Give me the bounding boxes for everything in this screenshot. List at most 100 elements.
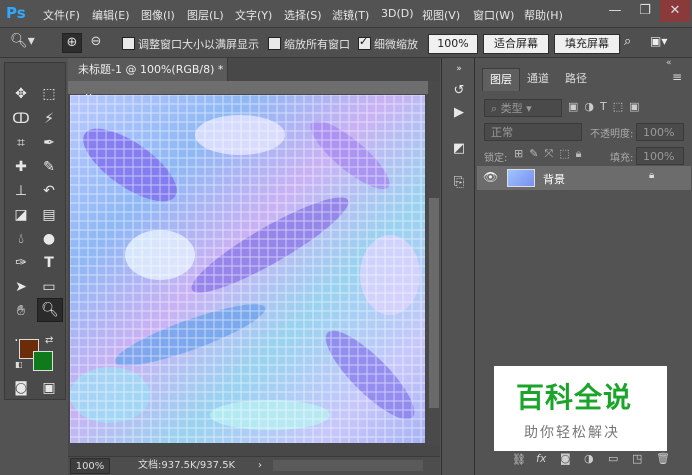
add-mask-icon[interactable]: ◙ [560,452,571,465]
zoom-all-checkbox[interactable] [268,37,281,50]
doc-info-text[interactable]: 文档:937.5K/937.5K [138,457,235,475]
fill-screen-button[interactable]: 填充屏幕 [554,34,620,54]
opacity-label: 不透明度: [590,129,634,140]
canvas-top-border [68,81,428,94]
resize-window-checkbox[interactable] [122,37,135,50]
path-selection-tool-icon[interactable]: ➤ [9,276,33,298]
layer-row-background[interactable]: 👁︎ 背景 🔒︎ [477,166,691,190]
blur-tool-icon[interactable]: 💧︎ [9,228,33,250]
menu-image[interactable]: 图像(I) [141,7,175,23]
background-color-swatch[interactable] [33,351,53,371]
tools-panel: ✥ ⬚ ↀ ⚡ ⌗ ✒ ✚ ✎ ⊥ ↶ ◪ ▤ 💧︎ ● ✑ T ➤ ▭ ✋︎ … [4,62,66,400]
minimize-button[interactable]: — [600,0,630,22]
watermark-title: 百科全说 [516,381,633,414]
menu-type[interactable]: 文字(Y) [235,7,272,23]
gradient-tool-icon[interactable]: ▤ [37,204,61,226]
fit-screen-button[interactable]: 适合屏幕 [483,34,549,54]
layer-filter-value: 类型 [500,102,523,115]
panel-collapse-right-icon[interactable]: « [666,58,672,68]
fill-label: 填充: [610,153,634,164]
filter-type-icons[interactable]: ▣◑T⬚▣ [568,100,646,113]
lock-label: 锁定: [484,153,508,164]
brush-tool-icon[interactable]: ✎ [37,156,61,178]
status-menu-arrow-icon[interactable]: › [258,457,262,475]
layer-comps-icon[interactable]: ◩ [448,138,470,160]
quick-mask-icon[interactable]: ◙ [9,377,33,399]
resize-window-label: 调整窗口大小以满屏显示 [138,38,259,51]
type-tool-icon[interactable]: T [37,252,61,274]
lasso-tool-icon[interactable]: ↀ [9,108,33,130]
layers-panel-footer: ⛓︎ fx ◙ ◑ ▭ ◳ 🗑︎ [500,451,692,471]
crop-tool-icon[interactable]: ⌗ [9,132,33,154]
pen-tool-icon[interactable]: ✑ [9,252,33,274]
dodge-tool-icon[interactable]: ● [37,228,61,250]
fill-value: 100% [643,150,675,163]
link-layers-icon[interactable]: ⛓︎ [512,453,526,466]
panel-collapse-icon[interactable]: » [448,58,470,80]
canvas[interactable] [70,95,425,443]
new-layer-icon[interactable]: ◳ [632,452,642,465]
zoom-tool-preset-icon[interactable]: 🔍︎▾ [10,33,40,53]
opacity-field[interactable]: 100% [636,123,684,141]
menu-window[interactable]: 窗口(W) [473,7,514,23]
menu-file[interactable]: 文件(F) [43,7,80,23]
default-colors-icon[interactable]: ◧ [15,360,23,369]
history-brush-tool-icon[interactable]: ↶ [37,180,61,202]
layer-filter-select[interactable]: ⌕ 类型 ▾ [484,99,562,117]
vertical-scrollbar-thumb[interactable] [429,198,439,408]
workspace-switcher-icon[interactable]: ▣▾ [650,34,680,52]
eyedropper-tool-icon[interactable]: ✒ [37,132,61,154]
rectangle-tool-icon[interactable]: ▭ [37,276,61,298]
swap-colors-icon[interactable]: ⇄ [45,335,53,346]
clone-stamp-tool-icon[interactable]: ⊥ [9,180,33,202]
menu-filter[interactable]: 滤镜(T) [332,7,369,23]
layer-thumbnail [507,169,535,187]
lock-icons[interactable]: ⊞✎⤧⬚🔒︎ [514,147,587,161]
magic-wand-tool-icon[interactable]: ⚡ [37,108,61,130]
history-panel-icon[interactable]: ↺ [448,80,470,102]
zoom-value-field[interactable]: 100% [428,34,478,54]
zoom-out-icon[interactable]: ⊖ [86,33,106,53]
zoom-in-icon[interactable]: ⊕ [62,33,82,53]
healing-brush-tool-icon[interactable]: ✚ [9,156,33,178]
document-tab[interactable]: 未标题-1 @ 100%(RGB/8) * × [68,58,228,99]
menu-3d[interactable]: 3D(D) [381,7,414,20]
menu-select[interactable]: 选择(S) [284,7,322,23]
visibility-eye-icon[interactable]: 👁︎ [483,170,498,184]
paragraph-panel-icon[interactable]: ⎘ [448,172,470,194]
panel-menu-icon[interactable]: ≡ [672,70,682,84]
new-group-icon[interactable]: ▭ [608,452,618,465]
watermark-subtitle: 助你轻松解决 [524,425,620,441]
search-icon[interactable]: ⌕ [624,34,642,52]
layer-lock-icon: 🔒︎ [649,170,655,181]
tab-channels[interactable]: 通道 [520,68,556,90]
status-zoom-field[interactable]: 100% [70,458,110,474]
menu-layer[interactable]: 图层(L) [187,7,224,23]
scrubby-zoom-checkbox[interactable] [358,35,371,50]
restore-button[interactable]: ❐ [630,0,660,22]
tab-paths[interactable]: 路径 [558,68,594,90]
horizontal-scrollbar[interactable] [273,460,423,471]
menu-edit[interactable]: 编辑(E) [92,7,130,23]
move-tool-icon[interactable]: ✥ [9,83,33,105]
layer-name[interactable]: 背景 [543,171,565,187]
hand-tool-icon[interactable]: ✋︎ [9,300,33,322]
tab-layers[interactable]: 图层 [482,68,520,91]
adjustment-layer-icon[interactable]: ◑ [584,452,594,465]
menu-help[interactable]: 帮助(H) [524,7,563,23]
collapsed-panel-strip: » ↺ ▶ ◩ ⎘ [441,58,475,475]
delete-layer-icon[interactable]: 🗑︎ [656,452,670,465]
fill-field[interactable]: 100% [636,147,684,165]
actions-panel-icon[interactable]: ▶ [448,102,470,124]
eraser-tool-icon[interactable]: ◪ [9,204,33,226]
blend-mode-select[interactable]: 正常 [484,123,582,141]
layer-style-fx-icon[interactable]: fx [536,452,546,465]
opacity-value: 100% [643,126,675,139]
photoshop-logo: Ps [6,4,26,22]
zoom-tool-icon[interactable]: 🔍︎ [37,298,63,322]
options-bar: 🔍︎▾ ⊕ ⊖ 调整窗口大小以满屏显示 缩放所有窗口 细微缩放 100% 适合屏… [0,28,692,58]
screen-mode-icon[interactable]: ▣ [37,377,61,399]
close-button[interactable]: ✕ [660,0,690,22]
marquee-tool-icon[interactable]: ⬚ [37,83,61,105]
menu-view[interactable]: 视图(V) [422,7,460,23]
